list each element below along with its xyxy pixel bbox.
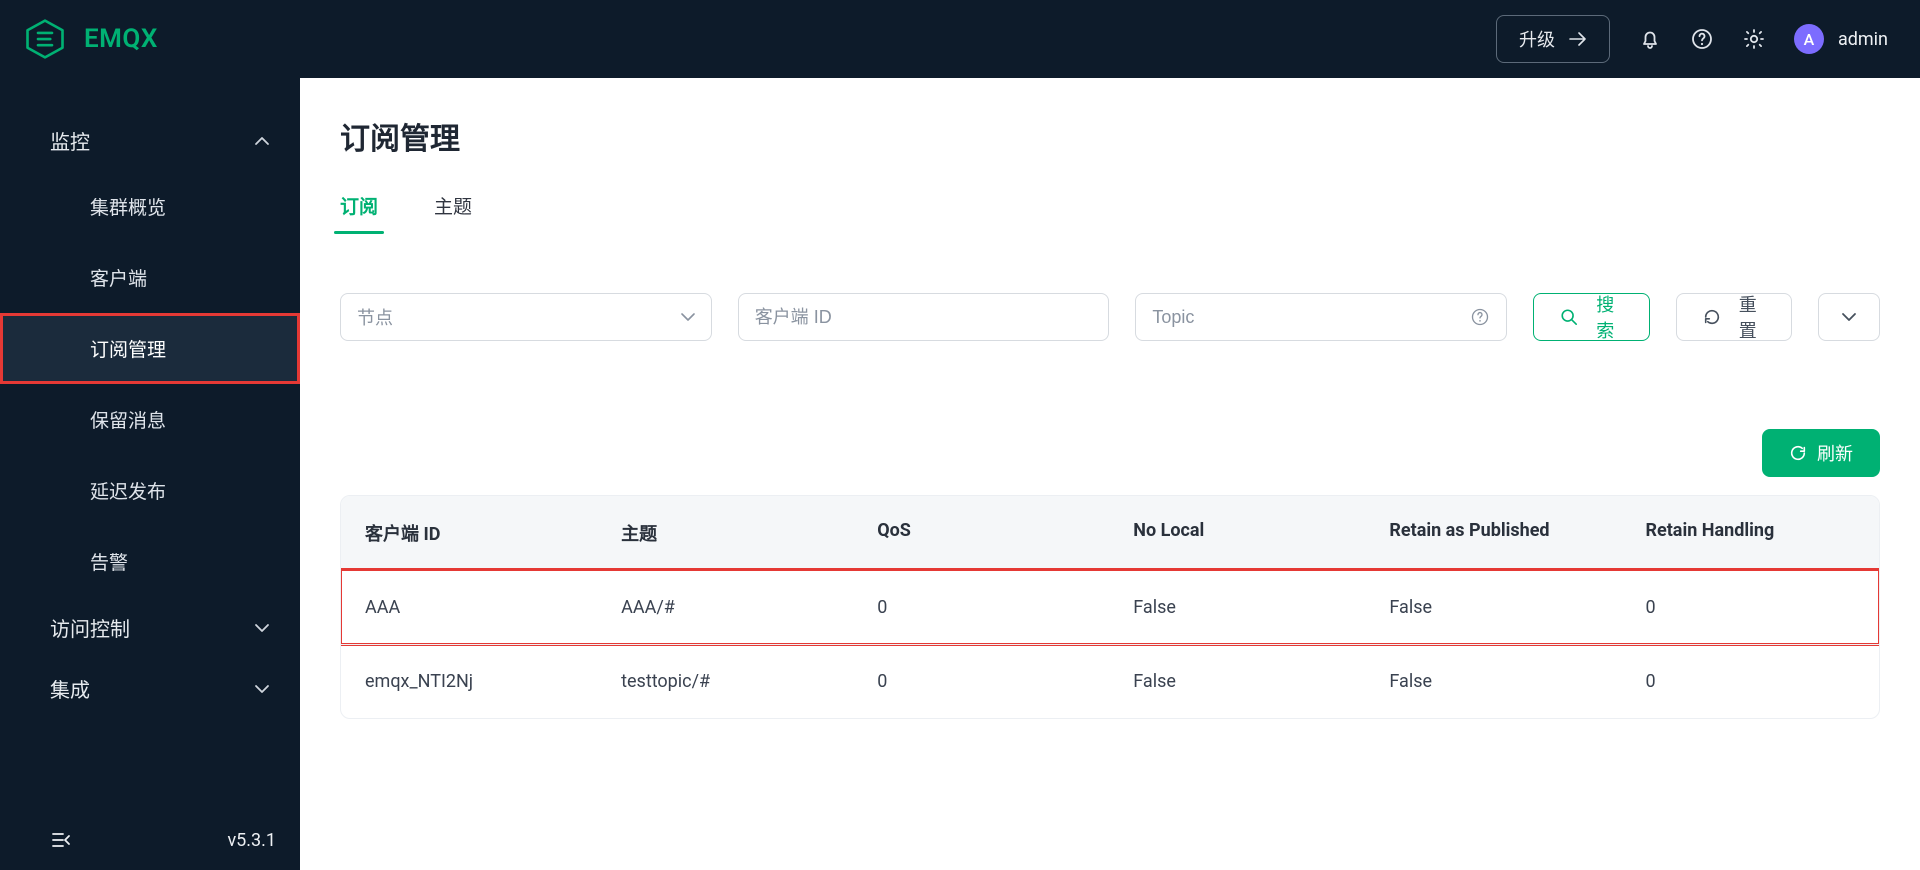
page-title: 订阅管理 xyxy=(340,114,1880,158)
sidebar-section-access-control[interactable]: 访问控制 xyxy=(0,597,300,658)
bell-icon[interactable] xyxy=(1638,27,1662,51)
gear-icon[interactable] xyxy=(1742,27,1766,51)
table-row[interactable]: AAA AAA/# 0 False False 0 xyxy=(341,570,1879,644)
cell-topic: testtopic/# xyxy=(621,671,877,692)
clientid-input-wrap xyxy=(738,293,1110,341)
sidebar-item-clients[interactable]: 客户端 xyxy=(0,242,300,313)
chevron-down-icon xyxy=(1841,312,1857,322)
collapse-sidebar-icon[interactable] xyxy=(50,829,72,851)
upgrade-label: 升级 xyxy=(1519,26,1555,52)
table-row[interactable]: emqx_NTI2Nj testtopic/# 0 False False 0 xyxy=(341,644,1879,718)
tab-label: 主题 xyxy=(434,195,472,218)
cell-retain-as-published: False xyxy=(1389,671,1645,692)
table-header: 客户端 ID 主题 QoS No Local Retain as Publish… xyxy=(341,496,1879,570)
brand[interactable]: EMQX xyxy=(24,18,158,60)
col-nolocal: No Local xyxy=(1133,520,1389,546)
sidebar-item-label: 保留消息 xyxy=(90,409,166,432)
col-retain-as-published: Retain as Published xyxy=(1389,520,1645,546)
refresh-icon xyxy=(1789,444,1807,462)
main-content: 订阅管理 订阅 主题 节点 xyxy=(300,78,1920,870)
sidebar-section-label: 访问控制 xyxy=(50,613,130,642)
expand-filters-button[interactable] xyxy=(1818,293,1880,341)
clientid-input[interactable] xyxy=(755,307,1093,328)
button-label: 刷新 xyxy=(1817,440,1853,466)
upgrade-button[interactable]: 升级 xyxy=(1496,15,1610,63)
reset-icon xyxy=(1703,308,1721,326)
sidebar-item-retained[interactable]: 保留消息 xyxy=(0,384,300,455)
cell-retain-handling: 0 xyxy=(1645,671,1855,692)
cell-clientid: AAA xyxy=(365,597,621,618)
search-icon xyxy=(1560,308,1578,326)
user-name: admin xyxy=(1838,29,1888,50)
chevron-down-icon xyxy=(681,313,695,322)
sidebar-item-label: 客户端 xyxy=(90,267,147,290)
sidebar-item-cluster-overview[interactable]: 集群概览 xyxy=(0,171,300,242)
app-header: EMQX 升级 A admin xyxy=(0,0,1920,78)
avatar: A xyxy=(1794,24,1824,54)
emqx-logo-icon xyxy=(24,18,66,60)
version-label: v5.3.1 xyxy=(227,830,276,851)
help-icon[interactable] xyxy=(1470,307,1490,327)
node-select[interactable]: 节点 xyxy=(340,293,712,341)
sidebar-item-delayed[interactable]: 延迟发布 xyxy=(0,455,300,526)
subscriptions-table: 客户端 ID 主题 QoS No Local Retain as Publish… xyxy=(340,495,1880,719)
col-clientid: 客户端 ID xyxy=(365,520,621,546)
sidebar-section-integration[interactable]: 集成 xyxy=(0,658,300,719)
refresh-button[interactable]: 刷新 xyxy=(1762,429,1880,477)
sidebar-section-monitor[interactable]: 监控 xyxy=(0,110,300,171)
sidebar-item-label: 延迟发布 xyxy=(90,480,166,503)
button-label: 重置 xyxy=(1731,291,1765,343)
sidebar-item-subscriptions[interactable]: 订阅管理 xyxy=(0,313,300,384)
sidebar-item-label: 订阅管理 xyxy=(90,338,166,361)
brand-name: EMQX xyxy=(84,24,158,54)
col-topic: 主题 xyxy=(621,520,877,546)
sidebar-footer: v5.3.1 xyxy=(0,810,300,870)
tab-label: 订阅 xyxy=(340,195,378,218)
sidebar-section-label: 集成 xyxy=(50,674,90,703)
cell-clientid: emqx_NTI2Nj xyxy=(365,671,621,692)
search-button[interactable]: 搜索 xyxy=(1533,293,1649,341)
chevron-down-icon xyxy=(254,684,270,694)
topic-input[interactable] xyxy=(1152,307,1470,328)
tab-topics[interactable]: 主题 xyxy=(434,188,472,233)
cell-topic: AAA/# xyxy=(621,597,877,618)
select-placeholder: 节点 xyxy=(357,304,393,330)
help-icon[interactable] xyxy=(1690,27,1714,51)
topic-input-wrap xyxy=(1135,293,1507,341)
sidebar: 监控 集群概览 客户端 订阅管理 保留消息 延迟发布 告警 访问控制 xyxy=(0,78,300,870)
arrow-right-icon xyxy=(1569,32,1587,46)
chevron-down-icon xyxy=(254,623,270,633)
tabs: 订阅 主题 xyxy=(340,188,1880,233)
col-qos: QoS xyxy=(877,520,1133,546)
cell-nolocal: False xyxy=(1133,671,1389,692)
cell-nolocal: False xyxy=(1133,597,1389,618)
tab-subscriptions[interactable]: 订阅 xyxy=(340,188,378,233)
button-label: 搜索 xyxy=(1588,291,1622,343)
chevron-up-icon xyxy=(254,136,270,146)
sidebar-item-label: 集群概览 xyxy=(90,196,166,219)
cell-qos: 0 xyxy=(877,671,1133,692)
sidebar-item-label: 告警 xyxy=(90,551,128,574)
sidebar-section-label: 监控 xyxy=(50,126,90,155)
sidebar-item-alarms[interactable]: 告警 xyxy=(0,526,300,597)
reset-button[interactable]: 重置 xyxy=(1676,293,1792,341)
cell-retain-handling: 0 xyxy=(1645,597,1855,618)
col-retain-handling: Retain Handling xyxy=(1645,520,1855,546)
filters-row: 节点 搜索 xyxy=(340,293,1880,341)
user-menu[interactable]: A admin xyxy=(1794,24,1888,54)
cell-retain-as-published: False xyxy=(1389,597,1645,618)
cell-qos: 0 xyxy=(877,597,1133,618)
